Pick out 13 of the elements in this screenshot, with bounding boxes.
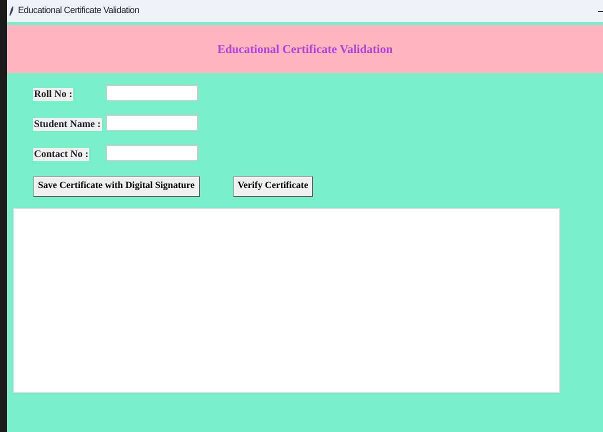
field-label: Student Name :	[33, 118, 102, 131]
action-button[interactable]: Save Certificate with Digital Signature	[33, 176, 200, 197]
action-button[interactable]: Verify Certificate	[232, 176, 314, 197]
field-label: Roll No :	[33, 88, 74, 101]
minimize-icon[interactable]	[598, 10, 603, 12]
input-field[interactable]	[106, 145, 198, 161]
window-title: Educational Certificate Validation	[18, 4, 140, 18]
output-text-area[interactable]	[13, 208, 560, 393]
feather-icon	[9, 6, 14, 16]
header-title: Educational Certificate Validation	[217, 41, 393, 58]
input-field[interactable]	[106, 115, 198, 131]
field-label: Contact No :	[33, 148, 90, 161]
input-field[interactable]	[106, 85, 198, 101]
